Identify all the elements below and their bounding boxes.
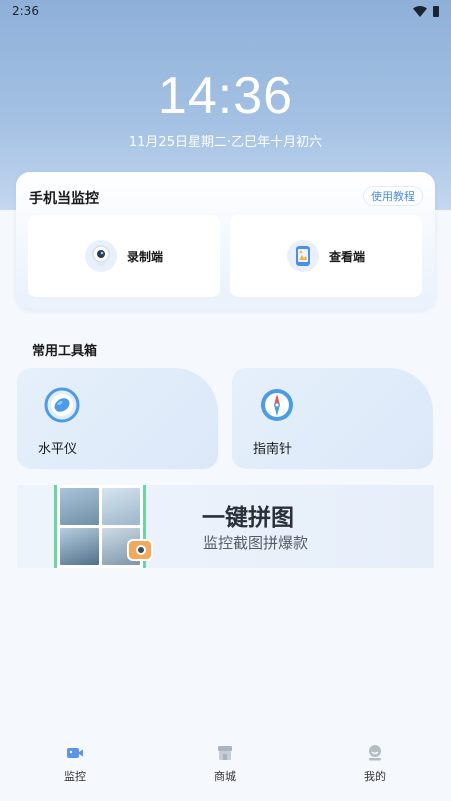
tab-store[interactable]: 商城: [185, 744, 265, 784]
date-text: 11月25日星期二·乙巳年十月初六: [128, 135, 323, 150]
video-camera-icon: [67, 748, 83, 758]
tool-compass-label: 指南针: [253, 442, 293, 457]
clock: 14:36: [157, 67, 294, 125]
tool-level-card[interactable]: 水平仪: [17, 368, 218, 469]
banner-subtitle: 监控截图拼爆款: [203, 534, 309, 552]
record-mode-button[interactable]: 录制端: [28, 215, 220, 297]
status-bar: 2:36: [0, 0, 451, 22]
toolbox-title: 常用工具箱: [32, 344, 98, 359]
collage-banner[interactable]: 一键拼图 监控截图拼爆款: [17, 485, 434, 568]
banner-title: 一键拼图: [202, 505, 294, 531]
monitor-card: 手机当监控 使用教程 录制端 查看端: [16, 172, 435, 310]
tab-monitor-label: 监控: [64, 770, 86, 783]
monitor-title: 手机当监控: [29, 191, 99, 207]
store-icon: [218, 746, 232, 760]
tool-compass-card[interactable]: 指南针: [232, 368, 433, 469]
tab-profile[interactable]: 我的: [335, 744, 415, 784]
robot-camera-icon: [84, 240, 117, 272]
view-mode-button[interactable]: 查看端: [230, 215, 422, 297]
profile-icon: [369, 745, 381, 761]
view-mode-label: 查看端: [328, 249, 365, 264]
spirit-level-icon: [44, 387, 80, 423]
tab-profile-label: 我的: [364, 770, 386, 783]
status-time: 2:36: [12, 4, 39, 18]
compass-icon: [261, 389, 293, 421]
battery-icon: [433, 5, 439, 17]
record-mode-label: 录制端: [126, 249, 163, 264]
bottom-tab-bar: 监控 商城 我的: [0, 732, 451, 801]
tool-level-label: 水平仪: [38, 442, 78, 457]
phone-viewer-icon: [286, 240, 319, 272]
tab-store-label: 商城: [214, 770, 236, 783]
camera-icon: [127, 539, 153, 561]
tutorial-button[interactable]: 使用教程: [363, 186, 423, 206]
tab-monitor[interactable]: 监控: [35, 744, 115, 784]
wifi-icon: [413, 5, 427, 17]
